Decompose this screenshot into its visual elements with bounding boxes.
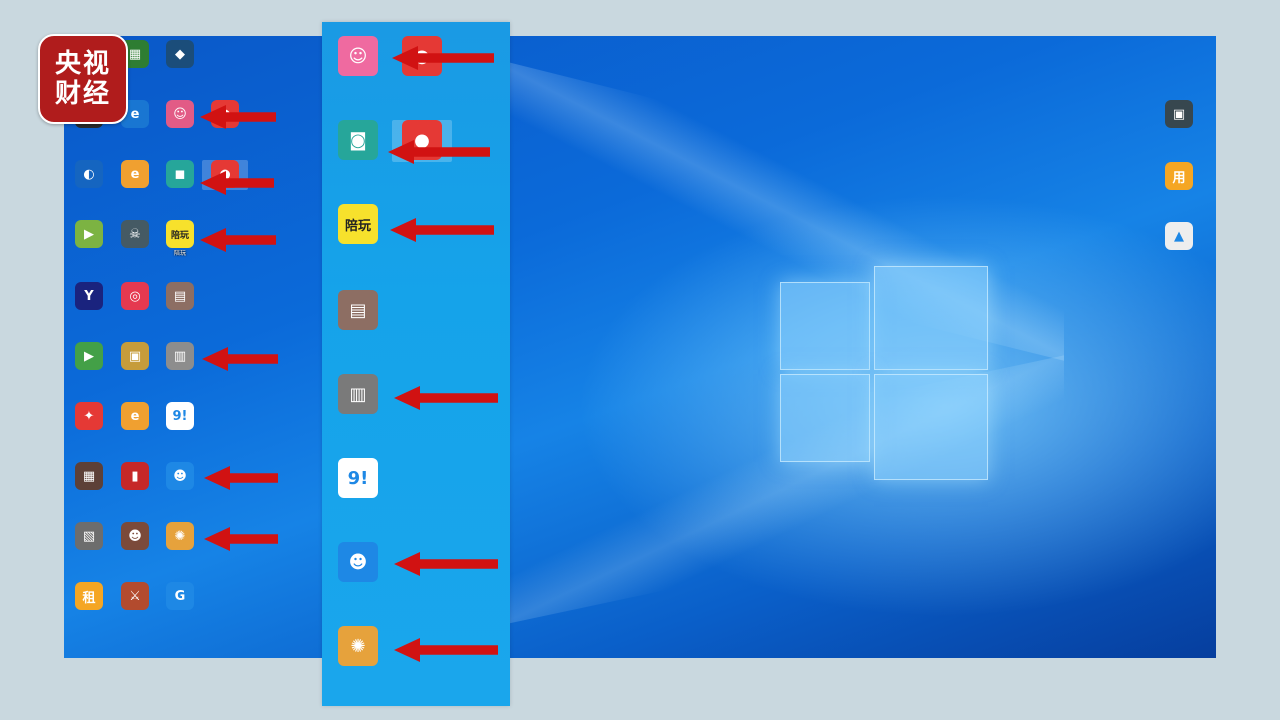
app-icon: ⚔ [121, 582, 149, 610]
desktop-shortcut-icon[interactable]: ⚔ [112, 582, 158, 612]
desktop-shortcut-icon[interactable]: ◎ [112, 282, 158, 312]
app-icon: ▥ [338, 374, 378, 414]
app-icon: Y [75, 282, 103, 310]
desktop-shortcut-icon[interactable]: 陪玩 陪玩 [157, 220, 203, 258]
app-icon: e [121, 160, 149, 188]
app-icon: ▤ [338, 290, 378, 330]
desktop-shortcut-icon[interactable]: ▧ [66, 522, 112, 552]
windows-logo-pane [874, 266, 988, 370]
logo-line-1: 央视 [54, 49, 111, 79]
app-icon: ▣ [121, 342, 149, 370]
desktop-shortcut-icon[interactable]: ▥ [157, 342, 203, 372]
app-icon: ▮ [121, 462, 149, 490]
app-icon: ◎ [121, 282, 149, 310]
desktop-shortcut-icon[interactable]: ▣ [1156, 100, 1202, 130]
app-icon: ◼ [166, 160, 194, 188]
desktop-shortcut-icon[interactable]: ▶ [66, 342, 112, 372]
app-icon: ▶ [75, 220, 103, 248]
windows-logo [780, 266, 988, 480]
app-icon: ▲ [1165, 222, 1193, 250]
desktop-shortcut-icon[interactable]: e [112, 402, 158, 432]
app-icon: G [166, 582, 194, 610]
desktop-shortcut-icon[interactable]: ◼ [157, 160, 203, 190]
windows-logo-pane [780, 282, 870, 370]
app-icon: ☻ [166, 462, 194, 490]
app-icon: ☺ [166, 100, 194, 128]
app-icon: ◙ [338, 120, 378, 160]
app-icon: ▶ [75, 342, 103, 370]
desktop-shortcut-icon[interactable]: ▲ [1156, 222, 1202, 252]
icon-label: 陪玩 [173, 250, 186, 257]
desktop-shortcut-icon[interactable]: e [112, 160, 158, 190]
desktop-shortcut-icon[interactable]: ☺ [157, 100, 203, 130]
app-icon: e [121, 402, 149, 430]
app-icon: ▤ [166, 282, 194, 310]
desktop-shortcut-icon[interactable]: 陪玩 [328, 204, 388, 246]
desktop-shortcut-icon[interactable]: ✦ [66, 402, 112, 432]
app-icon: ◐ [75, 160, 103, 188]
app-icon: ☻ [121, 522, 149, 550]
app-icon: 9! [166, 402, 194, 430]
logo-line-2: 财经 [54, 79, 111, 109]
app-icon: ☠ [121, 220, 149, 248]
app-icon: 租 [75, 582, 103, 610]
app-icon: ✺ [338, 626, 378, 666]
desktop-shortcut-icon[interactable]: Y [66, 282, 112, 312]
app-icon: ✺ [166, 522, 194, 550]
app-icon: 9! [338, 458, 378, 498]
cctv-finance-logo: 央视 财经 [38, 34, 128, 124]
desktop-shortcut-icon[interactable]: ☻ [328, 542, 388, 584]
app-icon: ▧ [75, 522, 103, 550]
app-icon: ☻ [338, 542, 378, 582]
desktop-shortcut-icon[interactable]: ▶ [66, 220, 112, 250]
desktop-shortcut-icon[interactable]: ☠ [112, 220, 158, 250]
windows-logo-pane [874, 374, 988, 480]
app-icon: 陪玩 [338, 204, 378, 244]
desktop-shortcut-icon[interactable]: ▤ [157, 282, 203, 312]
desktop-shortcut-icon[interactable]: 租 [66, 582, 112, 612]
desktop-shortcut-icon[interactable]: ▮ [112, 462, 158, 492]
desktop-shortcut-icon[interactable]: ☻ [157, 462, 203, 492]
desktop-shortcut-icon[interactable]: ☺ [328, 36, 388, 78]
desktop-shortcut-icon[interactable]: ◙ [328, 120, 388, 162]
app-icon: ▥ [166, 342, 194, 370]
desktop-shortcut-icon[interactable]: ▦ [66, 462, 112, 492]
desktop-shortcut-icon[interactable]: ◆ [157, 40, 203, 70]
desktop-shortcut-icon[interactable]: ☻ [112, 522, 158, 552]
app-icon: ☺ [338, 36, 378, 76]
app-icon: 陪玩 [166, 220, 194, 248]
desktop-shortcut-icon[interactable]: ✺ [328, 626, 388, 668]
desktop-shortcut-icon[interactable]: ▤ [328, 290, 388, 332]
desktop-shortcut-icon[interactable]: ✺ [157, 522, 203, 552]
desktop-shortcut-icon[interactable]: ◐ [66, 160, 112, 190]
app-icon: ✦ [75, 402, 103, 430]
desktop-shortcut-icon[interactable]: 用 [1156, 162, 1202, 192]
windows-logo-pane [780, 374, 870, 462]
desktop-shortcut-icon[interactable]: G [157, 582, 203, 612]
desktop-shortcut-icon[interactable]: ▥ [328, 374, 388, 416]
app-icon: ▣ [1165, 100, 1193, 128]
app-icon: 用 [1165, 162, 1193, 190]
desktop-shortcut-icon[interactable]: ▣ [112, 342, 158, 372]
app-icon: ▦ [75, 462, 103, 490]
desktop-shortcut-icon[interactable]: 9! [157, 402, 203, 432]
desktop-shortcut-icon[interactable]: 9! [328, 458, 388, 500]
app-icon: ◆ [166, 40, 194, 68]
